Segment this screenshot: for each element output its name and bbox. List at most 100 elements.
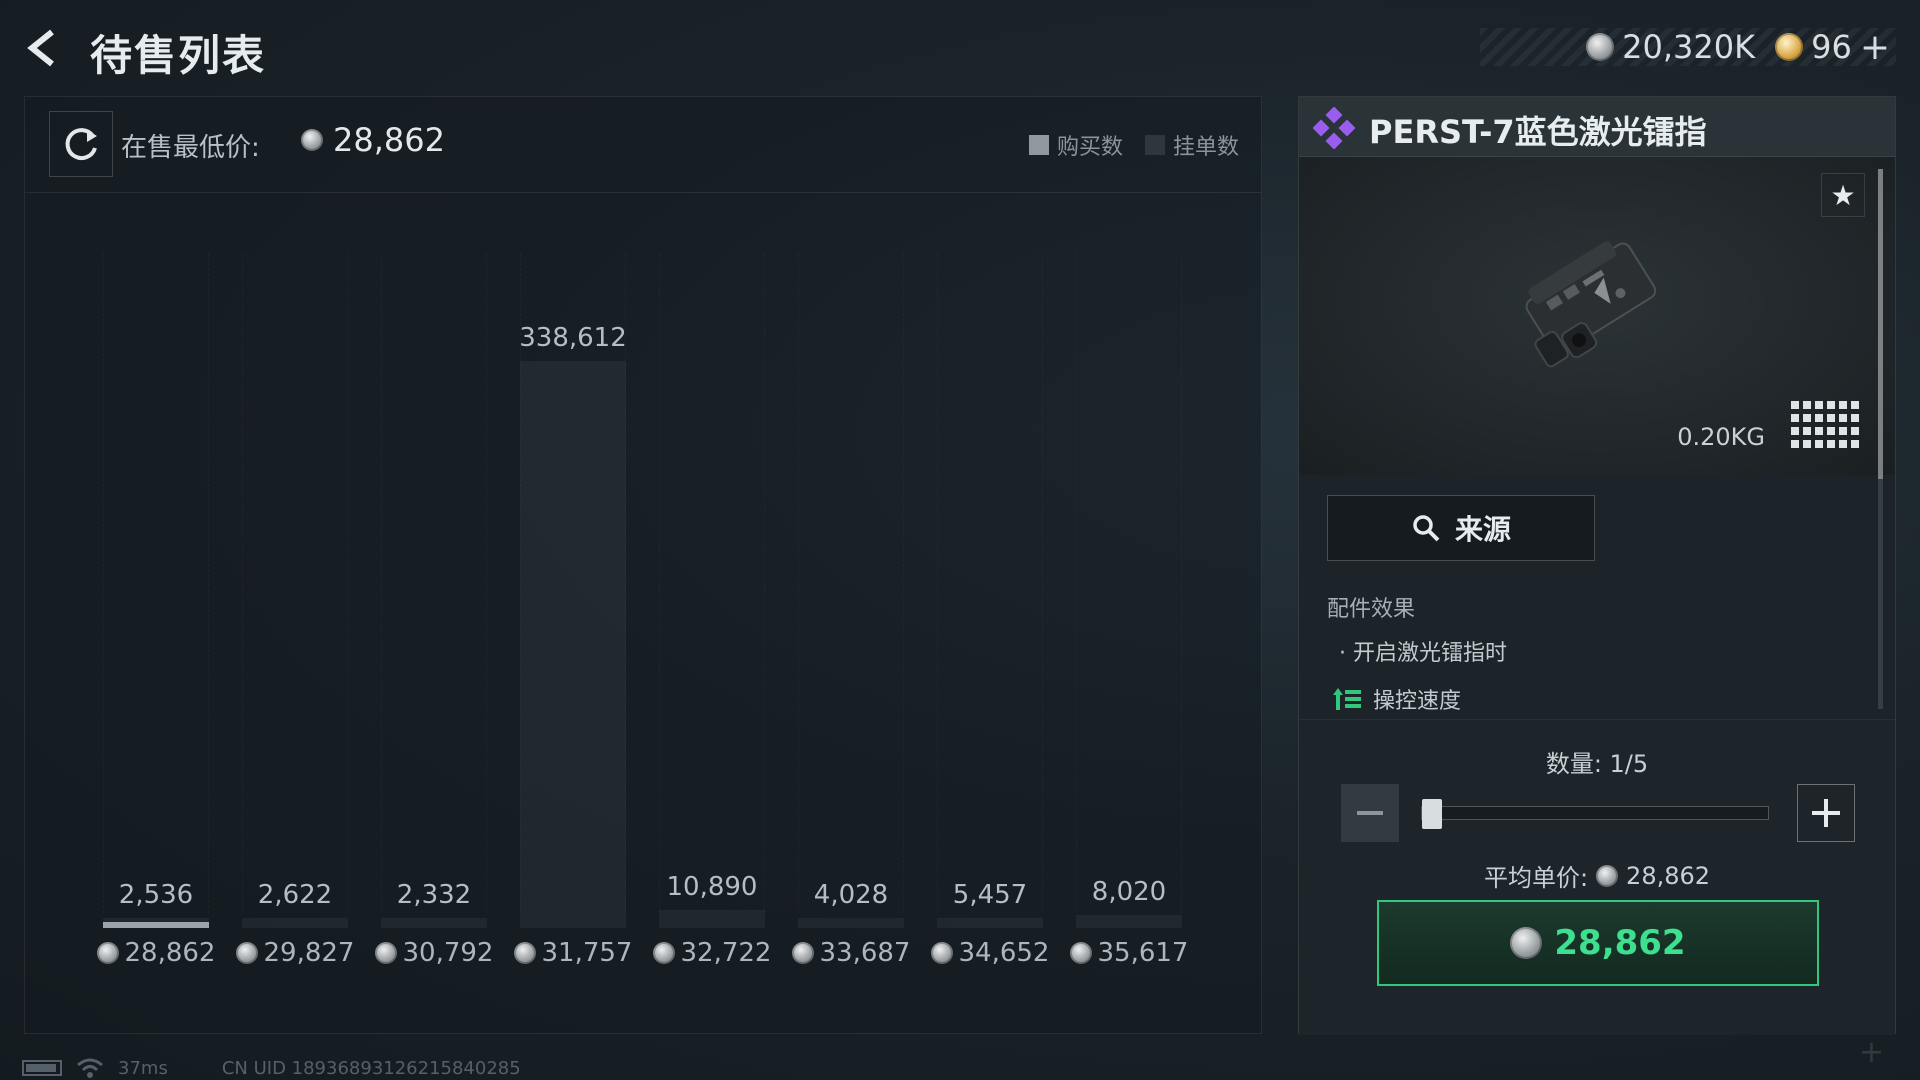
- listing-bar[interactable]: [937, 918, 1043, 928]
- silver-coin-icon: [235, 942, 258, 964]
- item-header: PERST-7蓝色激光镭指: [1299, 97, 1895, 157]
- inventory-grid-icon: [1791, 401, 1859, 448]
- column-guide: [242, 253, 348, 913]
- column-guide: [381, 253, 487, 913]
- stat-up-icon: [1333, 688, 1361, 710]
- quality-diamond-icon: [1313, 107, 1355, 149]
- price-level-column[interactable]: 5,457 34,652: [930, 193, 1049, 1035]
- add-gold-button[interactable]: +: [1860, 27, 1890, 68]
- effects-title: 配件效果: [1327, 597, 1416, 622]
- source-label: 来源: [1454, 513, 1511, 546]
- column-guide: [1076, 253, 1182, 913]
- silver-coin-icon: [1069, 942, 1092, 964]
- quantity-slider[interactable]: [1421, 799, 1769, 829]
- bar-value-label: 2,332: [396, 880, 472, 910]
- battery-icon: [22, 1060, 62, 1076]
- listing-bar[interactable]: [520, 361, 626, 928]
- quantity-increase-button[interactable]: [1797, 784, 1855, 842]
- scroll-thumb[interactable]: [1878, 169, 1883, 479]
- gold-balance[interactable]: 96 +: [1775, 27, 1890, 68]
- quantity-slider-thumb[interactable]: [1422, 799, 1442, 829]
- buy-bar: [103, 922, 209, 928]
- lowest-price-label: 在售最低价:: [121, 133, 260, 163]
- quantity-label: 数量: 1/5: [1545, 750, 1649, 778]
- minus-icon: [1357, 811, 1383, 815]
- listing-bar[interactable]: [798, 918, 904, 928]
- user-uid: CN UID 18936893126215840285: [221, 1057, 521, 1079]
- bar-value-label: 338,612: [519, 323, 627, 353]
- price-tick-value: 33,687: [819, 938, 911, 968]
- legend-listing[interactable]: 挂单数: [1144, 129, 1239, 161]
- price-tick-value: 31,757: [541, 938, 633, 968]
- price-depth-chart: 2,536 28,862 2,622 29,827 2,332 30,792 338,612…: [25, 193, 1261, 1035]
- column-guide: [798, 253, 904, 913]
- purchase-section: 数量: 1/5 平均单价: 28,862 28,862: [1299, 719, 1895, 1035]
- listing-bar[interactable]: [659, 910, 765, 928]
- bar-value-label: 8,020: [1091, 877, 1167, 907]
- page-title: 待售列表: [90, 31, 267, 80]
- column-guide: [659, 253, 765, 913]
- legend-listing-swatch: [1144, 135, 1165, 155]
- legend-buy[interactable]: 购买数: [1028, 129, 1123, 161]
- price-tick-value: 29,827: [263, 938, 355, 968]
- silver-coin-icon: [301, 129, 323, 151]
- silver-coin-icon: [513, 942, 536, 964]
- effect-condition: · 开启激光镭指时: [1339, 641, 1507, 666]
- listing-bar[interactable]: [242, 918, 348, 928]
- quantity-decrease-button[interactable]: [1341, 784, 1399, 842]
- lowest-price-value: 28,862: [333, 121, 445, 159]
- refresh-icon: [65, 128, 97, 161]
- item-weight: 0.20KG: [1677, 423, 1765, 451]
- chart-legend: 购买数 挂单数: [1028, 129, 1239, 161]
- price-tick-label: 35,617: [1046, 938, 1212, 968]
- legend-listing-label: 挂单数: [1172, 135, 1239, 160]
- item-name: PERST-7蓝色激光镭指: [1369, 113, 1707, 151]
- effect-stat-label: 操控速度: [1373, 689, 1462, 714]
- average-unit-price: 平均单价: 28,862: [1299, 858, 1895, 893]
- chart-toolbar: 在售最低价: 28,862 购买数 挂单数: [25, 97, 1261, 193]
- gold-coin-icon: [1775, 33, 1804, 61]
- detail-scrollbar[interactable]: [1878, 169, 1883, 709]
- item-detail-panel: PERST-7蓝色激光镭指 ★ 0.20KG 来源 配件效果 · 开启激光镭指时…: [1298, 96, 1896, 1035]
- average-price-value: 28,862: [1626, 861, 1711, 890]
- silver-coin-icon: [374, 942, 397, 964]
- listing-bar[interactable]: [1076, 915, 1182, 928]
- effect-stat: 操控速度: [1333, 683, 1461, 715]
- price-level-column[interactable]: 10,890 32,722: [652, 193, 771, 1035]
- price-level-column[interactable]: 8,020 35,617: [1069, 193, 1188, 1035]
- listing-bar[interactable]: [381, 918, 487, 928]
- silver-coin-icon: [652, 942, 675, 964]
- back-button[interactable]: [22, 26, 66, 70]
- silver-balance[interactable]: 20,320K: [1586, 28, 1755, 66]
- silver-coin-icon: [791, 942, 814, 964]
- lowest-price: 28,862: [301, 121, 445, 159]
- price-tick-value: 32,722: [680, 938, 772, 968]
- silver-balance-value: 20,320K: [1622, 28, 1756, 66]
- source-button[interactable]: 来源: [1327, 495, 1595, 561]
- favorite-star-button[interactable]: ★: [1821, 173, 1865, 217]
- price-level-column[interactable]: 338,612 31,757: [513, 193, 632, 1035]
- buy-total-price: 28,862: [1554, 923, 1686, 963]
- price-level-column[interactable]: 4,028 33,687: [791, 193, 910, 1035]
- silver-coin-icon: [1586, 33, 1615, 61]
- top-bar: 待售列表 20,320K 96 +: [0, 0, 1920, 96]
- column-guide: [103, 253, 209, 913]
- refresh-button[interactable]: [49, 111, 113, 177]
- price-level-column[interactable]: 2,332 30,792: [374, 193, 493, 1035]
- buy-button[interactable]: 28,862: [1377, 900, 1819, 986]
- price-level-column[interactable]: 2,622 29,827: [235, 193, 354, 1035]
- ping-value: 37ms: [118, 1057, 168, 1079]
- price-tick-value: 28,862: [124, 938, 216, 968]
- gold-balance-value: 96: [1811, 28, 1852, 66]
- column-guide: [937, 253, 1043, 913]
- currency-bar: 20,320K 96 +: [1480, 27, 1896, 68]
- price-level-column[interactable]: 2,536 28,862: [96, 193, 215, 1035]
- silver-coin-icon: [1510, 927, 1543, 959]
- average-price-label: 平均单价:: [1483, 864, 1589, 892]
- legend-buy-label: 购买数: [1056, 135, 1123, 160]
- silver-coin-icon: [930, 942, 953, 964]
- plus-icon: [1812, 799, 1840, 827]
- star-icon: ★: [1830, 178, 1856, 212]
- price-tick-value: 30,792: [402, 938, 494, 968]
- wifi-icon: [77, 1058, 103, 1078]
